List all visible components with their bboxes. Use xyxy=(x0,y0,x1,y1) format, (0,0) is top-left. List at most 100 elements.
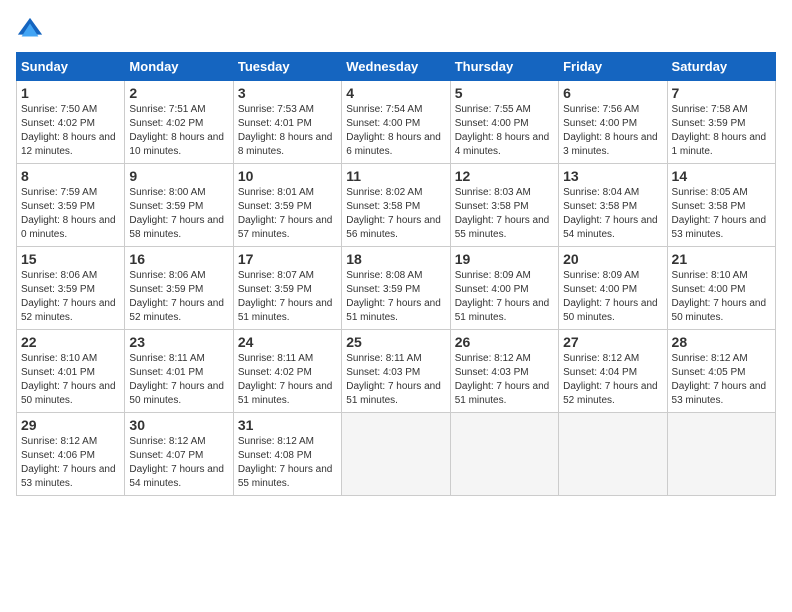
calendar-cell: 21 Sunrise: 8:10 AM Sunset: 4:00 PM Dayli… xyxy=(667,247,775,330)
day-info: Sunrise: 8:03 AM Sunset: 3:58 PM Dayligh… xyxy=(455,186,554,242)
calendar-cell: 27 Sunrise: 8:12 AM Sunset: 4:04 PM Dayli… xyxy=(559,330,667,413)
day-number: 28 xyxy=(672,334,771,350)
calendar-cell xyxy=(667,413,775,496)
week-row: 22 Sunrise: 8:10 AM Sunset: 4:01 PM Dayli… xyxy=(17,330,776,413)
calendar-cell xyxy=(450,413,558,496)
day-info: Sunrise: 7:59 AM Sunset: 3:59 PM Dayligh… xyxy=(21,186,120,242)
header-day-friday: Friday xyxy=(559,53,667,81)
day-number: 27 xyxy=(563,334,662,350)
day-number: 14 xyxy=(672,168,771,184)
day-info: Sunrise: 8:10 AM Sunset: 4:00 PM Dayligh… xyxy=(672,269,771,325)
calendar-cell: 29 Sunrise: 8:12 AM Sunset: 4:06 PM Dayli… xyxy=(17,413,125,496)
day-number: 5 xyxy=(455,85,554,101)
day-number: 7 xyxy=(672,85,771,101)
day-info: Sunrise: 8:11 AM Sunset: 4:01 PM Dayligh… xyxy=(129,352,228,408)
day-number: 25 xyxy=(346,334,445,350)
calendar-cell: 12 Sunrise: 8:03 AM Sunset: 3:58 PM Dayli… xyxy=(450,164,558,247)
header-day-tuesday: Tuesday xyxy=(233,53,341,81)
day-number: 13 xyxy=(563,168,662,184)
header-day-sunday: Sunday xyxy=(17,53,125,81)
day-number: 22 xyxy=(21,334,120,350)
calendar-cell: 18Sunrise: 8:08 AM Sunset: 3:59 PM Dayli… xyxy=(342,247,450,330)
day-info: Sunrise: 8:06 AM Sunset: 3:59 PM Dayligh… xyxy=(129,269,228,325)
day-number: 3 xyxy=(238,85,337,101)
day-number: 6 xyxy=(563,85,662,101)
day-number: 1 xyxy=(21,85,120,101)
calendar-cell: 17Sunrise: 8:07 AM Sunset: 3:59 PM Dayli… xyxy=(233,247,341,330)
calendar-cell: 20 Sunrise: 8:09 AM Sunset: 4:00 PM Dayli… xyxy=(559,247,667,330)
calendar-cell: 8 Sunrise: 7:59 AM Sunset: 3:59 PM Daylig… xyxy=(17,164,125,247)
header-day-saturday: Saturday xyxy=(667,53,775,81)
day-info: Sunrise: 7:51 AM Sunset: 4:02 PM Dayligh… xyxy=(129,103,228,159)
day-info: Sunrise: 8:11 AM Sunset: 4:03 PM Dayligh… xyxy=(346,352,445,408)
day-info: Sunrise: 8:12 AM Sunset: 4:07 PM Dayligh… xyxy=(129,435,228,491)
day-number: 11 xyxy=(346,168,445,184)
day-number: 29 xyxy=(21,417,120,433)
calendar-cell: 6 Sunrise: 7:56 AM Sunset: 4:00 PM Daylig… xyxy=(559,81,667,164)
day-number: 2 xyxy=(129,85,228,101)
day-info: Sunrise: 8:07 AM Sunset: 3:59 PM Dayligh… xyxy=(238,269,337,325)
day-number: 12 xyxy=(455,168,554,184)
calendar-cell: 19 Sunrise: 8:09 AM Sunset: 4:00 PM Dayli… xyxy=(450,247,558,330)
calendar-cell: 7 Sunrise: 7:58 AM Sunset: 3:59 PM Daylig… xyxy=(667,81,775,164)
day-info: Sunrise: 8:06 AM Sunset: 3:59 PM Dayligh… xyxy=(21,269,120,325)
calendar-cell: 22 Sunrise: 8:10 AM Sunset: 4:01 PM Dayli… xyxy=(17,330,125,413)
calendar-cell: 26 Sunrise: 8:12 AM Sunset: 4:03 PM Dayli… xyxy=(450,330,558,413)
calendar-cell xyxy=(342,413,450,496)
day-number: 10 xyxy=(238,168,337,184)
week-row: 8 Sunrise: 7:59 AM Sunset: 3:59 PM Daylig… xyxy=(17,164,776,247)
logo xyxy=(16,16,48,44)
day-number: 8 xyxy=(21,168,120,184)
week-row: 15 Sunrise: 8:06 AM Sunset: 3:59 PM Dayli… xyxy=(17,247,776,330)
calendar-cell: 28 Sunrise: 8:12 AM Sunset: 4:05 PM Dayli… xyxy=(667,330,775,413)
calendar-cell: 10 Sunrise: 8:01 AM Sunset: 3:59 PM Dayli… xyxy=(233,164,341,247)
calendar-cell: 25 Sunrise: 8:11 AM Sunset: 4:03 PM Dayli… xyxy=(342,330,450,413)
day-number: 31 xyxy=(238,417,337,433)
calendar-table: SundayMondayTuesdayWednesdayThursdayFrid… xyxy=(16,52,776,496)
day-info: Sunrise: 8:09 AM Sunset: 4:00 PM Dayligh… xyxy=(455,269,554,325)
day-info: Sunrise: 8:02 AM Sunset: 3:58 PM Dayligh… xyxy=(346,186,445,242)
day-info: Sunrise: 8:12 AM Sunset: 4:05 PM Dayligh… xyxy=(672,352,771,408)
calendar-cell: 31Sunrise: 8:12 AM Sunset: 4:08 PM Dayli… xyxy=(233,413,341,496)
header-day-wednesday: Wednesday xyxy=(342,53,450,81)
day-info: Sunrise: 8:09 AM Sunset: 4:00 PM Dayligh… xyxy=(563,269,662,325)
day-info: Sunrise: 7:50 AM Sunset: 4:02 PM Dayligh… xyxy=(21,103,120,159)
day-info: Sunrise: 8:12 AM Sunset: 4:04 PM Dayligh… xyxy=(563,352,662,408)
day-info: Sunrise: 8:08 AM Sunset: 3:59 PM Dayligh… xyxy=(346,269,445,325)
day-number: 21 xyxy=(672,251,771,267)
day-info: Sunrise: 7:56 AM Sunset: 4:00 PM Dayligh… xyxy=(563,103,662,159)
calendar-cell: 5 Sunrise: 7:55 AM Sunset: 4:00 PM Daylig… xyxy=(450,81,558,164)
day-number: 19 xyxy=(455,251,554,267)
day-number: 15 xyxy=(21,251,120,267)
header-day-monday: Monday xyxy=(125,53,233,81)
calendar-cell: 2 Sunrise: 7:51 AM Sunset: 4:02 PM Daylig… xyxy=(125,81,233,164)
calendar-cell xyxy=(559,413,667,496)
day-info: Sunrise: 7:55 AM Sunset: 4:00 PM Dayligh… xyxy=(455,103,554,159)
day-number: 20 xyxy=(563,251,662,267)
calendar-cell: 30 Sunrise: 8:12 AM Sunset: 4:07 PM Dayli… xyxy=(125,413,233,496)
day-number: 30 xyxy=(129,417,228,433)
day-info: Sunrise: 8:11 AM Sunset: 4:02 PM Dayligh… xyxy=(238,352,337,408)
calendar-cell: 11 Sunrise: 8:02 AM Sunset: 3:58 PM Dayli… xyxy=(342,164,450,247)
day-info: Sunrise: 8:12 AM Sunset: 4:06 PM Dayligh… xyxy=(21,435,120,491)
calendar-cell: 4Sunrise: 7:54 AM Sunset: 4:00 PM Daylig… xyxy=(342,81,450,164)
day-info: Sunrise: 8:01 AM Sunset: 3:59 PM Dayligh… xyxy=(238,186,337,242)
day-info: Sunrise: 8:12 AM Sunset: 4:03 PM Dayligh… xyxy=(455,352,554,408)
calendar-cell: 24Sunrise: 8:11 AM Sunset: 4:02 PM Dayli… xyxy=(233,330,341,413)
day-info: Sunrise: 7:58 AM Sunset: 3:59 PM Dayligh… xyxy=(672,103,771,159)
header-day-thursday: Thursday xyxy=(450,53,558,81)
day-number: 23 xyxy=(129,334,228,350)
calendar-cell: 3 Sunrise: 7:53 AM Sunset: 4:01 PM Daylig… xyxy=(233,81,341,164)
day-info: Sunrise: 8:04 AM Sunset: 3:58 PM Dayligh… xyxy=(563,186,662,242)
calendar-cell: 9Sunrise: 8:00 AM Sunset: 3:59 PM Daylig… xyxy=(125,164,233,247)
calendar-cell: 14Sunrise: 8:05 AM Sunset: 3:58 PM Dayli… xyxy=(667,164,775,247)
calendar-cell: 16Sunrise: 8:06 AM Sunset: 3:59 PM Dayli… xyxy=(125,247,233,330)
day-info: Sunrise: 7:53 AM Sunset: 4:01 PM Dayligh… xyxy=(238,103,337,159)
calendar-cell: 13 Sunrise: 8:04 AM Sunset: 3:58 PM Dayli… xyxy=(559,164,667,247)
calendar-cell: 1 Sunrise: 7:50 AM Sunset: 4:02 PM Daylig… xyxy=(17,81,125,164)
day-number: 26 xyxy=(455,334,554,350)
header-row: SundayMondayTuesdayWednesdayThursdayFrid… xyxy=(17,53,776,81)
day-info: Sunrise: 8:00 AM Sunset: 3:59 PM Dayligh… xyxy=(129,186,228,242)
logo-icon xyxy=(16,16,44,44)
day-info: Sunrise: 8:10 AM Sunset: 4:01 PM Dayligh… xyxy=(21,352,120,408)
